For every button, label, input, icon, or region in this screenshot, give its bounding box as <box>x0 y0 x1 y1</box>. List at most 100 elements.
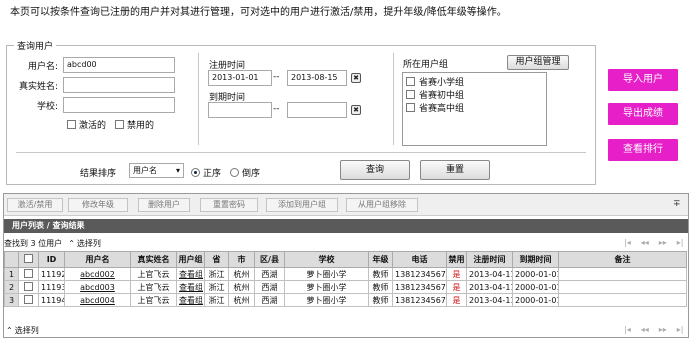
cell-note <box>558 267 687 281</box>
add-to-group-button[interactable]: 添加到用户组 <box>266 198 338 212</box>
next-page-icon[interactable]: ▸▸ <box>659 238 667 247</box>
row-number: 2 <box>4 280 19 294</box>
column-header[interactable]: 学校 <box>284 251 369 268</box>
group-item[interactable]: 省赛高中组 <box>403 101 546 114</box>
expire-from-input[interactable] <box>208 102 272 118</box>
cell-province: 浙江 <box>204 267 229 281</box>
delete-user-button[interactable]: 删除用户 <box>138 198 190 212</box>
first-page-icon[interactable]: |◂ <box>624 325 631 334</box>
toggle-active-button[interactable]: 激活/禁用 <box>7 198 63 212</box>
desc-radio[interactable] <box>230 168 240 177</box>
disabled-checkbox[interactable] <box>115 120 125 129</box>
realname-label: 真实姓名: <box>18 82 58 92</box>
expire-range-separator: -- <box>273 104 280 114</box>
group-checkbox[interactable] <box>406 77 415 86</box>
column-header[interactable]: 电话 <box>392 251 447 268</box>
query-divider <box>16 152 586 153</box>
clear-date-icon[interactable]: ✖ <box>351 105 361 115</box>
group-link[interactable]: 查看组 <box>176 280 205 294</box>
reg-from-input[interactable]: 2013-01-01 <box>208 70 272 86</box>
row-number: 1 <box>4 267 19 281</box>
caret-up-icon: ⌃ <box>68 239 75 248</box>
row-checkbox[interactable] <box>24 281 33 291</box>
last-page-icon[interactable]: ▸| <box>677 325 684 334</box>
group-link[interactable]: 查看组 <box>176 267 205 281</box>
reset-password-button[interactable]: 重置密码 <box>200 198 258 212</box>
realname-input[interactable] <box>63 77 175 93</box>
last-page-icon[interactable]: ▸| <box>677 238 684 247</box>
column-header[interactable]: 真实姓名 <box>130 251 177 268</box>
group-checkbox[interactable] <box>406 103 415 112</box>
cell-reg-time: 2013-04-11 <box>466 267 513 281</box>
view-ranking-button[interactable]: 查看排行 <box>608 139 678 161</box>
select-all-header <box>18 251 39 268</box>
column-header[interactable]: 年级 <box>368 251 393 268</box>
clear-date-icon[interactable]: ✖ <box>351 73 361 83</box>
disabled-toggle[interactable]: 是 <box>446 267 467 281</box>
first-page-icon[interactable]: |◂ <box>624 238 631 247</box>
cell-school: 萝卜圈小学 <box>284 267 369 281</box>
row-checkbox[interactable] <box>24 294 33 304</box>
export-scores-button[interactable]: 导出成绩 <box>608 103 678 125</box>
cell-grade: 教师 <box>368 293 393 307</box>
column-header[interactable]: 到期时间 <box>512 251 559 268</box>
column-header[interactable]: 市 <box>228 251 255 268</box>
pin-icon[interactable]: ∓ <box>673 199 681 209</box>
active-checkbox[interactable] <box>67 120 76 129</box>
prev-page-icon[interactable]: ◂◂ <box>641 325 649 334</box>
cell-phone: 13812345678 <box>392 293 447 307</box>
next-page-icon[interactable]: ▸▸ <box>659 325 667 334</box>
school-input[interactable] <box>63 97 175 113</box>
group-checkbox[interactable] <box>406 90 415 99</box>
change-grade-button[interactable]: 修改年级 <box>68 198 128 212</box>
column-header[interactable]: 省 <box>204 251 229 268</box>
cell-grade: 教师 <box>368 267 393 281</box>
column-header[interactable]: 区/县 <box>254 251 285 268</box>
username-link[interactable]: abcd002 <box>64 267 131 281</box>
select-all-checkbox[interactable] <box>24 254 33 263</box>
select-columns-toggle[interactable]: ⌃ 选择列 <box>68 238 101 249</box>
reg-to-input[interactable]: 2013-08-15 <box>287 70 347 86</box>
group-link[interactable]: 查看组 <box>176 293 205 307</box>
cell-district: 西湖 <box>254 280 285 294</box>
prev-page-icon[interactable]: ◂◂ <box>641 238 649 247</box>
reset-button[interactable]: 重置 <box>420 160 490 180</box>
query-button[interactable]: 查询 <box>340 160 410 180</box>
group-manage-button[interactable]: 用户组管理 <box>507 55 569 70</box>
disabled-toggle[interactable]: 是 <box>446 293 467 307</box>
cell-note <box>558 280 687 294</box>
row-select <box>18 280 39 294</box>
sort-field-select[interactable]: 用户名 ▾ <box>129 163 184 178</box>
column-header[interactable]: 用户组 <box>176 251 205 268</box>
disabled-toggle[interactable]: 是 <box>446 280 467 294</box>
remove-from-group-button[interactable]: 从用户组移除 <box>346 198 418 212</box>
table-row[interactable]: 1 11192 abcd002 上官飞云 查看组 浙江 杭州 西湖 萝卜圈小学 … <box>4 267 687 281</box>
cell-realname: 上官飞云 <box>130 280 177 294</box>
column-header[interactable]: 用户名 <box>64 251 131 268</box>
username-input[interactable]: abcd00 <box>63 57 175 73</box>
cell-id: 11193 <box>38 280 65 294</box>
select-columns-toggle[interactable]: ⌃ 选择列 <box>6 325 39 336</box>
list-title: 用户列表 / 查询结果 <box>12 221 85 230</box>
asc-label: 正序 <box>203 169 222 179</box>
group-label: 所在用户组 <box>403 60 449 70</box>
group-item[interactable]: 省赛小学组 <box>403 75 546 88</box>
import-users-button[interactable]: 导入用户 <box>608 69 678 91</box>
column-header[interactable]: 禁用 <box>446 251 467 268</box>
username-link[interactable]: abcd004 <box>64 293 131 307</box>
table-row[interactable]: 3 11194 abcd004 上官飞云 查看组 浙江 杭州 西湖 萝卜圈小学 … <box>4 293 687 307</box>
username-link[interactable]: abcd003 <box>64 280 131 294</box>
disabled-label: 禁用的 <box>127 121 155 131</box>
group-item[interactable]: 省赛初中组 <box>403 88 546 101</box>
list-title-bar: 用户列表 / 查询结果 <box>4 219 688 233</box>
asc-radio[interactable] <box>191 168 200 177</box>
group-list: 省赛小学组 省赛初中组 省赛高中组 <box>402 72 547 146</box>
column-header[interactable]: 注册时间 <box>466 251 513 268</box>
active-label: 激活的 <box>79 121 107 131</box>
column-header[interactable]: ID <box>38 251 65 268</box>
column-header[interactable]: 备注 <box>558 251 687 268</box>
expire-to-input[interactable] <box>287 102 347 118</box>
table-row[interactable]: 2 11193 abcd003 上官飞云 查看组 浙江 杭州 西湖 萝卜圈小学 … <box>4 280 687 294</box>
row-checkbox[interactable] <box>24 268 33 278</box>
cell-phone: 13812345678 <box>392 267 447 281</box>
